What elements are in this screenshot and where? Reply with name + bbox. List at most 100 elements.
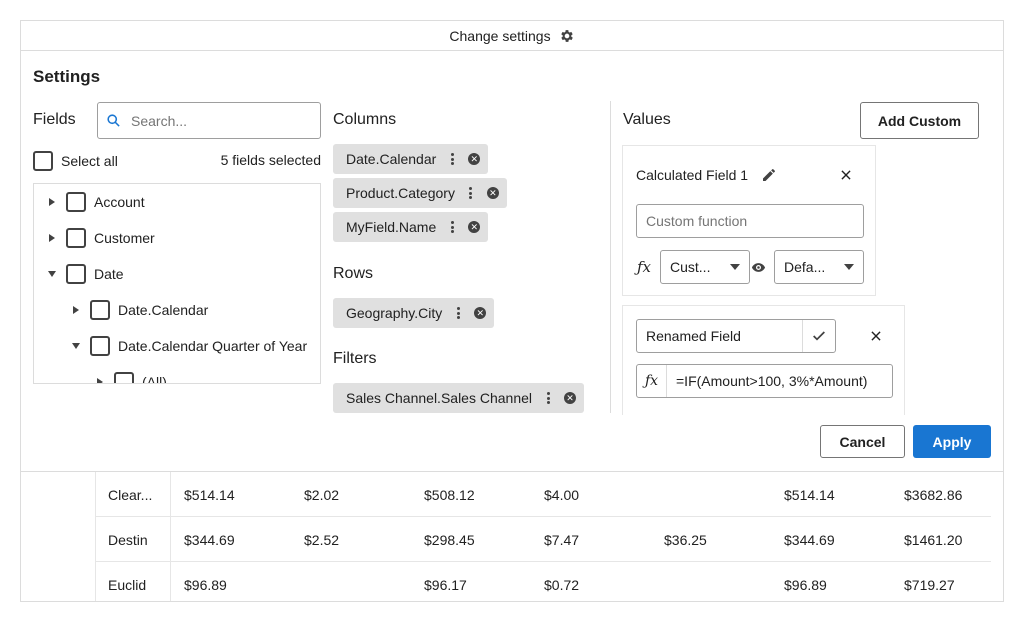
pill-label: Product.Category (346, 185, 455, 201)
chevron-down-icon (844, 264, 854, 270)
chevron-down-icon (730, 264, 740, 270)
settings-title: Settings (33, 67, 101, 86)
remove-icon[interactable]: ✕ (468, 221, 481, 233)
edit-pencil-icon[interactable] (759, 165, 779, 185)
formula-input[interactable]: ƒx =IF(Amount>100, 3%*Amount) (636, 364, 893, 398)
custom-function-input[interactable]: Custom function (636, 204, 864, 238)
remove-icon[interactable]: ✕ (468, 153, 481, 165)
table-cell: $4.00 (544, 487, 580, 503)
divider (610, 101, 611, 413)
tree-item-label: Date (94, 266, 124, 282)
renamed-field-card: Renamed Field ƒx =IF(Amount>100, 3%*Amou… (622, 305, 905, 415)
checkbox[interactable] (90, 300, 110, 320)
values-zone: Calculated Field 1 Custom function ƒx Cu… (621, 145, 981, 415)
checkbox[interactable] (66, 264, 86, 284)
expand-arrow-icon[interactable] (46, 196, 58, 208)
table-cell: $96.17 (424, 577, 467, 593)
column-pill[interactable]: Product.Category ✕ (333, 178, 507, 208)
remove-icon[interactable]: ✕ (474, 307, 487, 319)
column-pill[interactable]: Date.Calendar ✕ (333, 144, 489, 174)
apply-button[interactable]: Apply (913, 425, 991, 458)
checkbox[interactable] (33, 151, 53, 171)
pill-label: Sales Channel.Sales Channel (346, 390, 533, 406)
custom-function-placeholder: Custom function (646, 213, 748, 229)
more-options-icon[interactable] (446, 220, 458, 234)
confirm-check-icon[interactable] (802, 320, 835, 352)
pill-label: Date.Calendar (346, 151, 437, 167)
select-all-checkbox[interactable]: Select all (33, 151, 118, 171)
more-options-icon[interactable] (446, 152, 458, 166)
close-icon[interactable] (866, 326, 886, 346)
table-cell: $719.27 (904, 577, 955, 593)
remove-icon[interactable]: ✕ (486, 187, 499, 199)
checkbox[interactable] (66, 192, 86, 212)
tree-item-label: (All) (142, 374, 167, 384)
checkbox[interactable] (90, 336, 110, 356)
search-placeholder: Search... (131, 112, 188, 129)
expand-arrow-icon[interactable] (70, 304, 82, 316)
row-header[interactable]: Destin (108, 532, 148, 548)
tree-item-date-calendar-quarter[interactable]: Date.Calendar Quarter of Year (70, 328, 307, 364)
expand-arrow-icon[interactable] (94, 376, 106, 383)
row-pill[interactable]: Geography.City ✕ (333, 298, 495, 328)
pill-label: MyField.Name (346, 219, 437, 235)
checkbox[interactable] (114, 372, 134, 383)
close-icon[interactable] (836, 165, 856, 185)
aggregation-dropdown[interactable]: Cust... (660, 250, 750, 284)
table-cell: $96.89 (184, 577, 227, 593)
fx-icon: ƒx (637, 365, 667, 397)
column-pill[interactable]: MyField.Name ✕ (333, 212, 489, 242)
checkbox[interactable] (66, 228, 86, 248)
tree-item-label: Customer (94, 230, 155, 246)
change-settings-label: Change settings (449, 27, 551, 44)
remove-icon[interactable]: ✕ (564, 392, 577, 404)
add-custom-button[interactable]: Add Custom (860, 102, 979, 139)
more-options-icon[interactable] (465, 186, 477, 200)
search-icon (107, 114, 120, 127)
pivot-frame: Change settings Settings Fields Search..… (20, 20, 1004, 602)
pill-label: Geography.City (346, 305, 443, 321)
cancel-button[interactable]: Cancel (820, 425, 905, 458)
eye-icon[interactable] (748, 257, 768, 277)
more-options-icon[interactable] (542, 391, 554, 405)
table-cell: $0.72 (544, 577, 580, 593)
columns-label: Columns (333, 111, 397, 128)
tree-item-customer[interactable]: Customer (46, 220, 155, 256)
table-row: Clear... $514.14 $2.02 $508.12 $4.00 $51… (95, 472, 991, 517)
field-name-value: Renamed Field (646, 328, 741, 344)
search-input[interactable]: Search... (97, 102, 321, 139)
expand-arrow-icon[interactable] (46, 232, 58, 244)
rows-label: Rows (333, 265, 374, 282)
formula-value: =IF(Amount>100, 3%*Amount) (676, 373, 868, 389)
table-cell: $2.52 (304, 532, 340, 548)
filters-label: Filters (333, 350, 377, 367)
more-options-icon[interactable] (452, 306, 464, 320)
table-cell: $508.12 (424, 487, 475, 503)
collapse-arrow-icon[interactable] (70, 340, 82, 352)
calculated-field-name: Calculated Field 1 (636, 167, 749, 183)
calculated-field-card: Calculated Field 1 Custom function ƒx Cu… (622, 145, 876, 296)
field-name-input[interactable]: Renamed Field (636, 319, 836, 353)
format-value: Defa... (784, 259, 826, 275)
layout-zones: Columns Date.Calendar ✕ Product.Category… (333, 102, 610, 414)
tree-item-label: Date.Calendar Quarter of Year (118, 338, 308, 354)
format-dropdown[interactable]: Defa... (774, 250, 864, 284)
table-cell: $344.69 (184, 532, 235, 548)
fx-icon: ƒx (637, 258, 652, 276)
filter-pill[interactable]: Sales Channel.Sales Channel ✕ (333, 383, 585, 413)
table-cell: $3682.86 (904, 487, 963, 503)
tree-item-label: Date.Calendar (118, 302, 209, 318)
table-cell: $7.47 (544, 532, 580, 548)
table-cell: $96.89 (784, 577, 827, 593)
row-header[interactable]: Clear... (108, 487, 152, 503)
tree-item-all[interactable]: (All) (94, 364, 167, 384)
fields-tree: Account Customer Date Date.Calendar Date (33, 183, 321, 384)
tree-item-account[interactable]: Account (46, 184, 145, 220)
collapse-arrow-icon[interactable] (46, 268, 58, 280)
tree-item-date[interactable]: Date (46, 256, 124, 292)
tree-item-date-calendar[interactable]: Date.Calendar (70, 292, 208, 328)
table-cell: $2.02 (304, 487, 340, 503)
row-header[interactable]: Euclid (108, 577, 146, 593)
gear-icon (560, 29, 573, 42)
change-settings-button[interactable]: Change settings (21, 21, 1003, 51)
